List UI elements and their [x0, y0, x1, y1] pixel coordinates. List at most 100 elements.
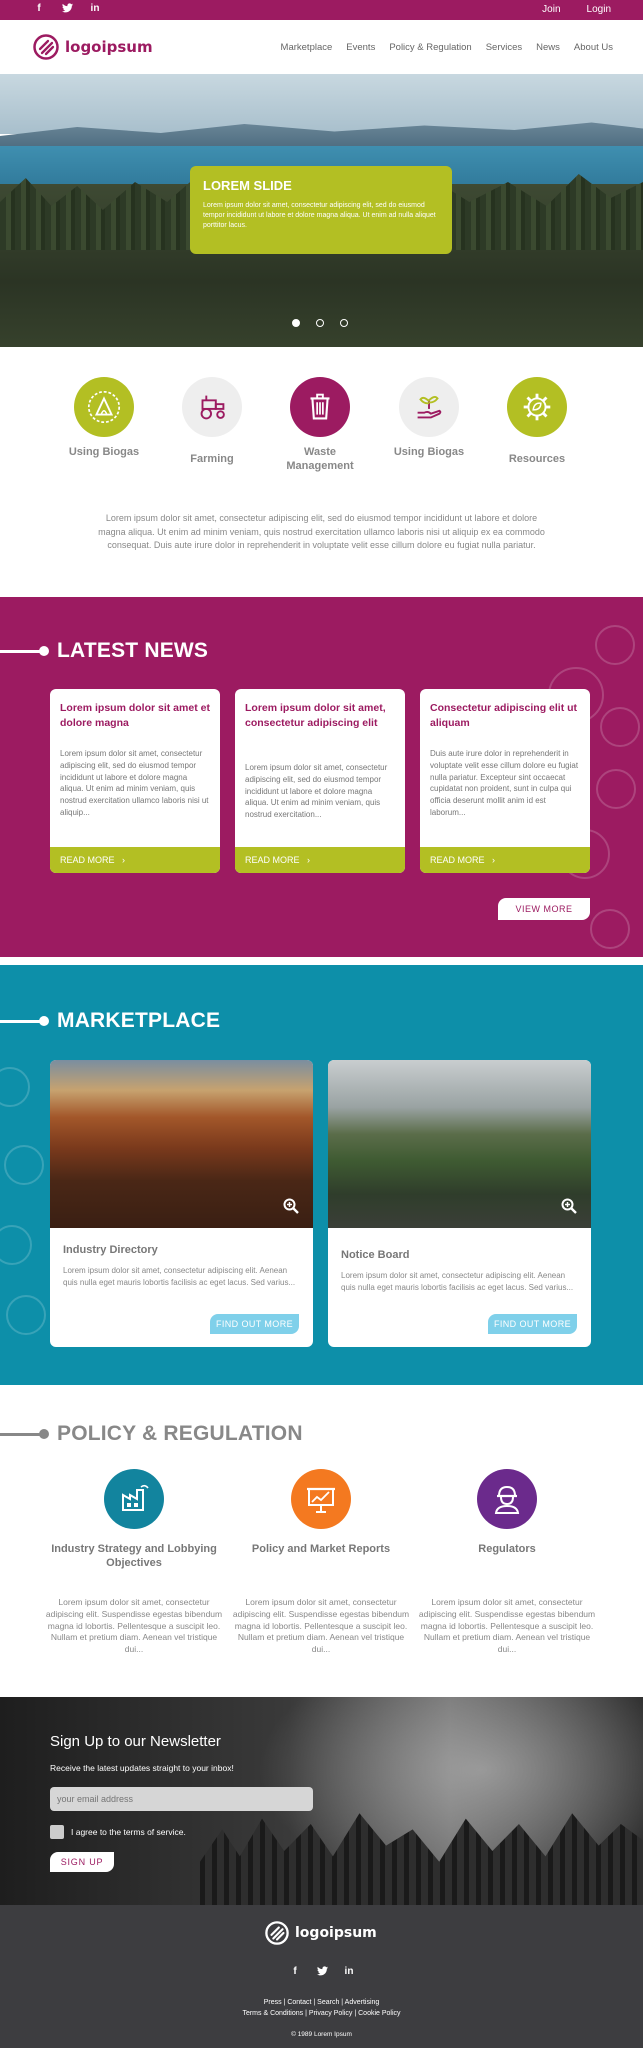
notice-board-image[interactable]	[328, 1060, 591, 1228]
news-card-title[interactable]: Lorem ipsum dolor sit amet et dolore mag…	[60, 701, 212, 731]
footer-logo-text: logoipsum	[295, 1925, 377, 1941]
features-section: Using Biogas Farming Waste Management Us…	[0, 347, 643, 597]
footer-links-legal[interactable]: Terms & Conditions | Privacy Policy | Co…	[0, 2008, 643, 2019]
marketplace-card-body: Lorem ipsum dolor sit amet, consectetur …	[341, 1271, 574, 1292]
industry-directory-image[interactable]	[50, 1060, 313, 1228]
read-more-button[interactable]: READ MORE ›	[420, 847, 590, 873]
read-more-button[interactable]: READ MORE ›	[50, 847, 220, 873]
find-out-more-button[interactable]: FIND OUT MORE	[488, 1314, 577, 1334]
biogas-icon	[87, 390, 121, 424]
gear-leaf-icon	[523, 393, 551, 421]
plant-bg-icon	[590, 909, 630, 949]
newsletter-subtitle: Receive the latest updates straight to y…	[50, 1763, 234, 1773]
nav-item-policy-regulation[interactable]: Policy & Regulation	[389, 42, 471, 53]
marketplace-card[interactable]: Notice Board Lorem ipsum dolor sit amet,…	[328, 1060, 591, 1347]
worker-icon	[494, 1485, 520, 1514]
slider-dot-1[interactable]	[292, 319, 300, 327]
feature-label: Using Biogas	[68, 446, 140, 458]
site-footer: logoipsum f in Press | Contact | Search …	[0, 1905, 643, 2048]
feature-label: Waste Management	[286, 446, 354, 472]
latest-news-section: LATEST NEWS Lorem ipsum dolor sit amet e…	[0, 597, 643, 957]
section-line	[0, 1433, 44, 1436]
nav-item-services[interactable]: Services	[486, 42, 522, 53]
policy-item[interactable]: Regulators Lorem ipsum dolor sit amet, c…	[417, 1469, 597, 1654]
chart-bg-icon	[0, 1225, 32, 1265]
email-input[interactable]	[50, 1787, 313, 1811]
leaf-bg-icon	[596, 769, 636, 809]
nav-item-marketplace[interactable]: Marketplace	[281, 42, 333, 53]
factory-bg-icon	[4, 1145, 44, 1185]
section-dot	[39, 1016, 49, 1026]
policy-item[interactable]: Industry Strategy and Lobbying Objective…	[44, 1469, 224, 1654]
plant-hand-icon	[417, 395, 442, 419]
terms-agreement[interactable]: I agree to the terms of service.	[50, 1825, 186, 1839]
news-card-body: Duis aute irure dolor in reprehenderit i…	[430, 749, 579, 817]
view-more-button[interactable]: VIEW MORE	[498, 898, 590, 920]
feature-using-biogas-2[interactable]: Using Biogas	[384, 377, 474, 459]
nav-item-events[interactable]: Events	[346, 42, 375, 53]
news-card-body: Lorem ipsum dolor sit amet, consectetur …	[245, 763, 388, 820]
news-card[interactable]: Consectetur adipiscing elit ut aliquam D…	[420, 689, 590, 873]
features-intro-text: Lorem ipsum dolor sit amet, consectetur …	[98, 513, 545, 550]
site-logo[interactable]: logoipsum	[33, 34, 153, 60]
policy-item-title[interactable]: Regulators	[417, 1542, 597, 1556]
zoom-icon[interactable]	[283, 1198, 299, 1214]
marketplace-card-title[interactable]: Industry Directory	[63, 1244, 158, 1256]
hero-caption: LOREM SLIDE Lorem ipsum dolor sit amet, …	[190, 166, 452, 254]
linkedin-icon[interactable]: in	[88, 3, 102, 16]
linkedin-icon[interactable]: in	[343, 1966, 355, 1979]
trash-icon	[310, 393, 330, 420]
copyright-text: © 1989 Lorem Ipsum	[291, 2031, 352, 2038]
facebook-icon[interactable]: f	[289, 1966, 301, 1979]
read-more-button[interactable]: READ MORE ›	[235, 847, 405, 873]
newsletter-title: Sign Up to our Newsletter	[50, 1733, 221, 1750]
chevron-right-icon: ›	[487, 855, 496, 865]
news-card-title[interactable]: Consectetur adipiscing elit ut aliquam	[430, 701, 582, 731]
nav-item-about-us[interactable]: About Us	[574, 42, 613, 53]
hero-image-sky	[0, 74, 643, 134]
twitter-icon[interactable]	[60, 3, 74, 16]
marketplace-section-title: MARKETPLACE	[57, 1009, 221, 1032]
main-nav: Marketplace Events Policy & Regulation S…	[281, 42, 613, 53]
gear-bg-icon	[600, 707, 640, 747]
twitter-icon[interactable]	[316, 1966, 328, 1979]
section-line	[0, 650, 44, 653]
policy-item-title[interactable]: Industry Strategy and Lobbying Objective…	[44, 1542, 224, 1570]
slider-dot-3[interactable]	[340, 319, 348, 327]
feature-circle	[74, 377, 134, 437]
news-card-body: Lorem ipsum dolor sit amet, consectetur …	[60, 749, 209, 817]
nav-item-news[interactable]: News	[536, 42, 560, 53]
policy-item-title[interactable]: Policy and Market Reports	[231, 1542, 411, 1556]
section-dot	[39, 1429, 49, 1439]
news-card-title[interactable]: Lorem ipsum dolor sit amet, consectetur …	[245, 701, 397, 731]
login-link[interactable]: Login	[587, 4, 611, 15]
find-out-more-button[interactable]: FIND OUT MORE	[210, 1314, 299, 1334]
slider-dot-2[interactable]	[316, 319, 324, 327]
footer-links-primary[interactable]: Press | Contact | Search | Advertising	[0, 1997, 643, 2008]
chevron-right-icon: ›	[117, 855, 126, 865]
marketplace-card-title[interactable]: Notice Board	[341, 1249, 409, 1261]
sign-up-button[interactable]: SIGN UP	[50, 1852, 114, 1872]
terms-checkbox[interactable]	[50, 1825, 64, 1839]
zoom-icon[interactable]	[561, 1198, 577, 1214]
feature-label: Farming	[190, 453, 234, 465]
join-link[interactable]: Join	[542, 4, 560, 15]
marketplace-card[interactable]: Industry Directory Lorem ipsum dolor sit…	[50, 1060, 313, 1347]
news-card[interactable]: Lorem ipsum dolor sit amet et dolore mag…	[50, 689, 220, 873]
policy-item-body: Lorem ipsum dolor sit amet, consectetur …	[45, 1597, 223, 1655]
feature-waste-management[interactable]: Waste Management	[275, 377, 365, 473]
footer-logo[interactable]: logoipsum	[265, 1921, 377, 1945]
feature-circle	[399, 377, 459, 437]
logo-mark-icon	[265, 1921, 289, 1945]
feature-label: Using Biogas	[393, 446, 465, 458]
worker-bg-icon	[595, 625, 635, 665]
feature-circle	[182, 377, 242, 437]
feature-using-biogas[interactable]: Using Biogas	[59, 377, 149, 459]
policy-item[interactable]: Policy and Market Reports Lorem ipsum do…	[231, 1469, 411, 1654]
policy-item-body: Lorem ipsum dolor sit amet, consectetur …	[418, 1597, 596, 1655]
news-card[interactable]: Lorem ipsum dolor sit amet, consectetur …	[235, 689, 405, 873]
feature-farming[interactable]: Farming	[167, 377, 257, 466]
policy-section-title: POLICY & REGULATION	[57, 1422, 303, 1445]
feature-resources[interactable]: Resources	[492, 377, 582, 466]
facebook-icon[interactable]: f	[32, 3, 46, 16]
